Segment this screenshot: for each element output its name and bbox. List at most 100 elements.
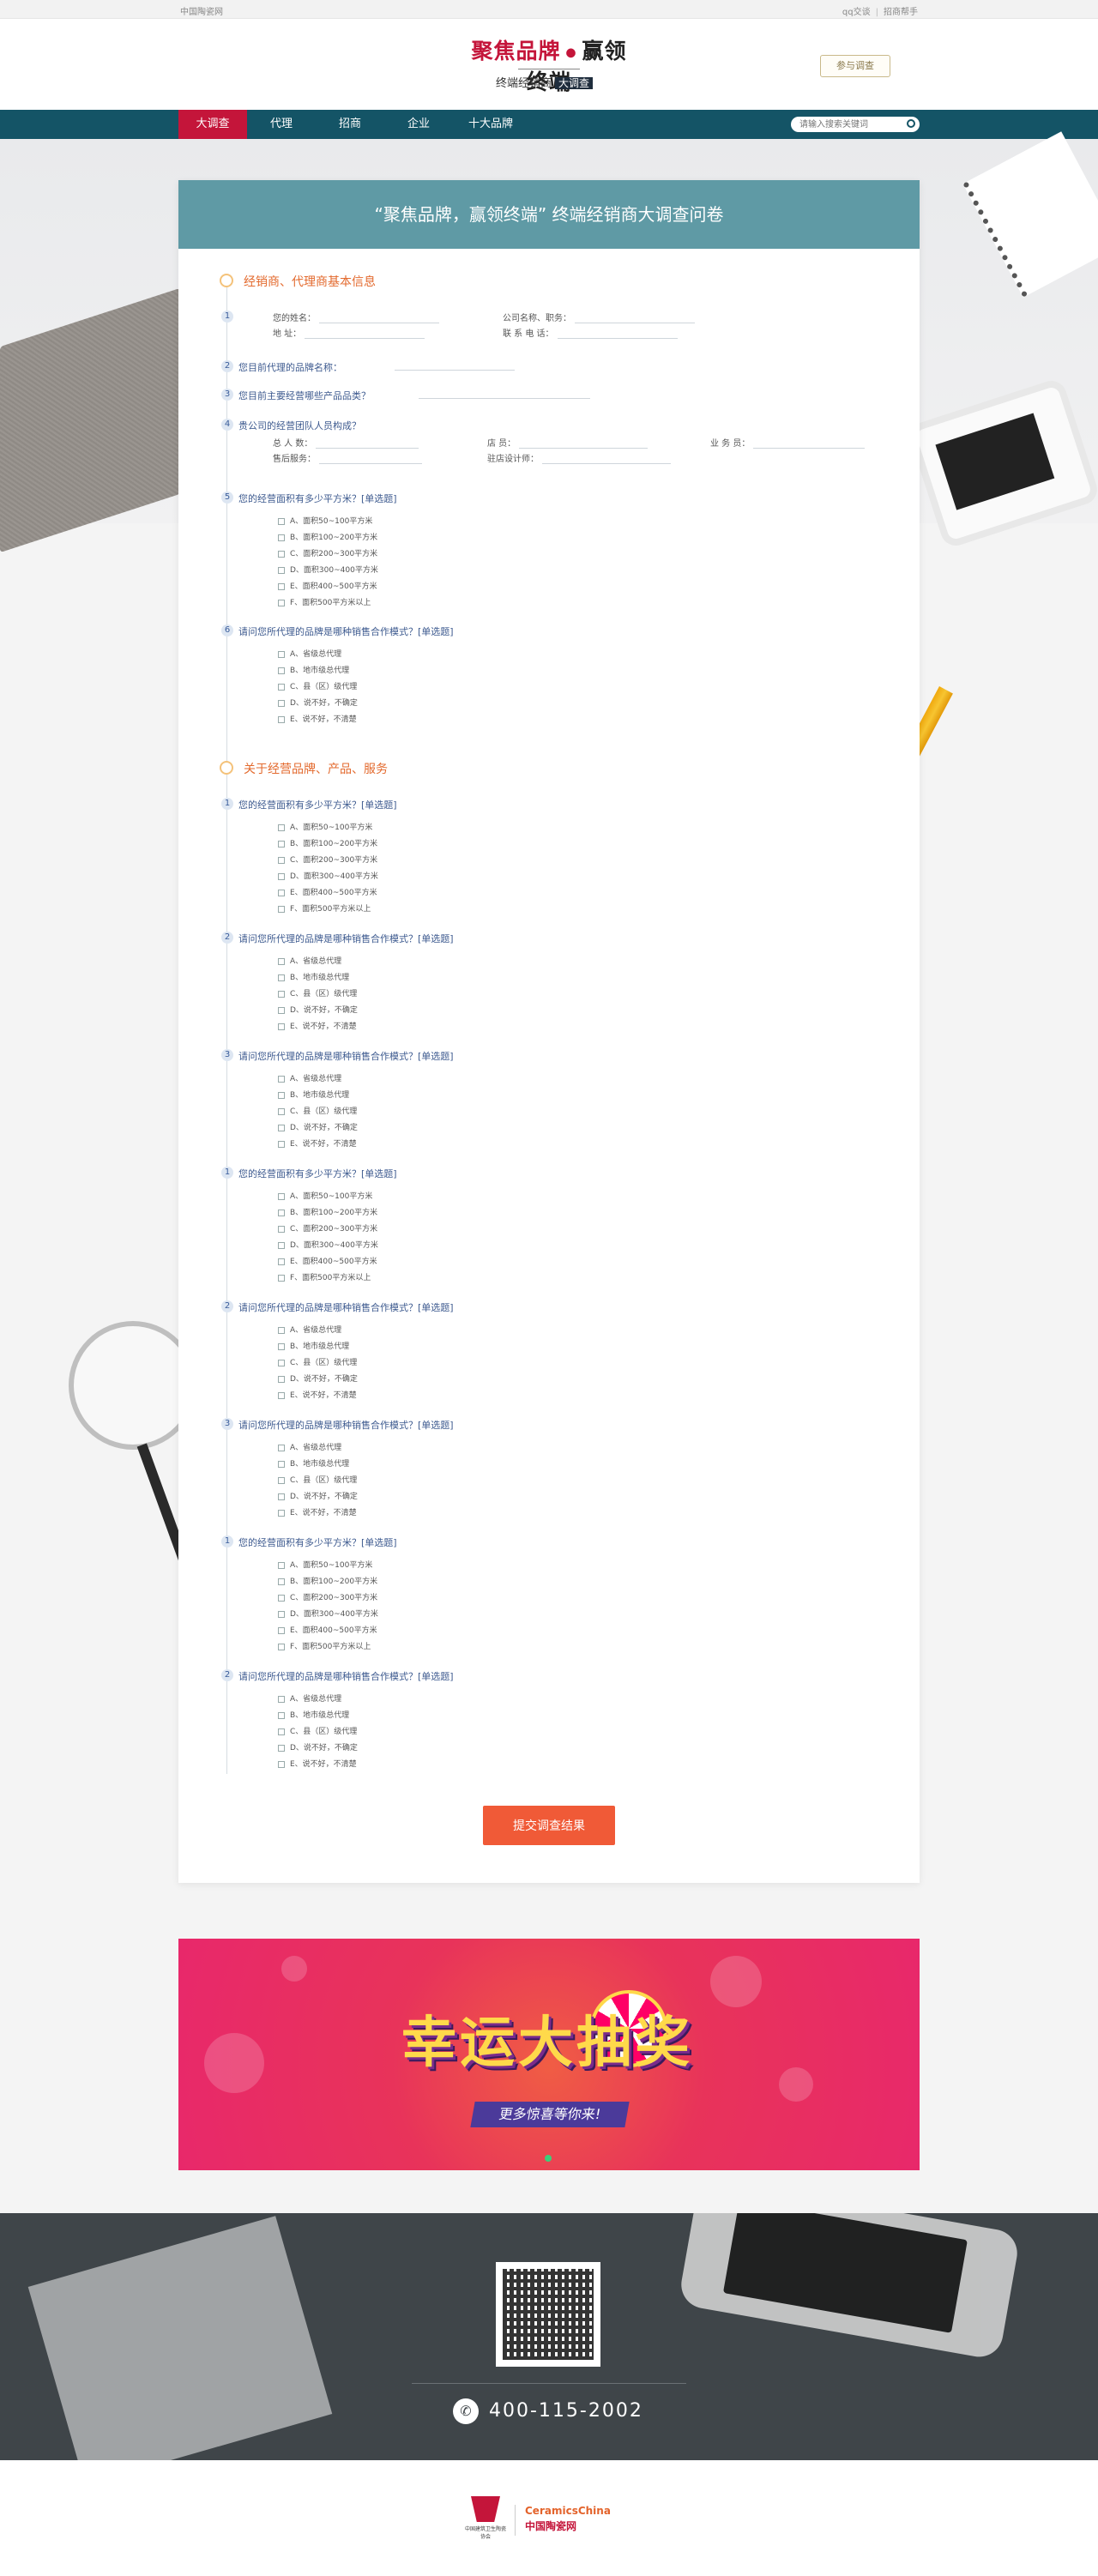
checkbox[interactable] <box>278 1626 285 1634</box>
checkbox[interactable] <box>278 683 285 691</box>
option[interactable]: F、面积500平方米以上 <box>278 1640 371 1651</box>
option[interactable]: E、说不好，不清楚 <box>278 1020 357 1031</box>
checkbox[interactable] <box>278 667 285 674</box>
checkbox[interactable] <box>278 1107 285 1115</box>
checkbox[interactable] <box>278 715 285 723</box>
option[interactable]: B、地市级总代理 <box>278 1709 349 1720</box>
option[interactable]: E、说不好，不清楚 <box>278 1137 357 1149</box>
option[interactable]: C、县（区）级代理 <box>278 1356 357 1367</box>
association-logo[interactable]: 中国建筑卫生陶瓷协会 <box>463 2496 508 2541</box>
checkbox[interactable] <box>278 1375 285 1383</box>
address-field[interactable]: 地 址： <box>273 326 425 339</box>
checkbox[interactable] <box>278 840 285 848</box>
option[interactable]: B、地市级总代理 <box>278 1457 349 1469</box>
checkbox[interactable] <box>278 1075 285 1083</box>
checkbox[interactable] <box>278 517 285 525</box>
company-field[interactable]: 公司名称、职务： <box>503 311 695 323</box>
checkbox[interactable] <box>278 1225 285 1233</box>
category-field[interactable] <box>415 389 590 399</box>
checkbox[interactable] <box>278 872 285 880</box>
option[interactable]: D、说不好，不确定 <box>278 1004 358 1015</box>
option[interactable]: A、省级总代理 <box>278 648 341 659</box>
option[interactable]: C、面积200~300平方米 <box>278 1222 377 1234</box>
checkbox[interactable] <box>278 974 285 981</box>
sales-field[interactable]: 业 务 员： <box>710 436 866 449</box>
search-input[interactable] <box>791 117 920 132</box>
checkbox[interactable] <box>278 1444 285 1451</box>
option[interactable]: B、面积100~200平方米 <box>278 531 377 542</box>
option[interactable]: A、面积50~100平方米 <box>278 1559 372 1570</box>
option[interactable]: D、说不好，不确定 <box>278 1372 358 1384</box>
option[interactable]: C、县（区）级代理 <box>278 1725 357 1736</box>
nav-item-survey[interactable]: 大调查 <box>178 110 247 139</box>
option[interactable]: D、说不好，不确定 <box>278 1121 358 1132</box>
checkbox[interactable] <box>278 1124 285 1131</box>
nav-item-top10[interactable]: 十大品牌 <box>439 110 542 139</box>
option[interactable]: C、县（区）级代理 <box>278 1105 357 1116</box>
join-survey-button[interactable]: 参与调查 <box>820 55 890 77</box>
option[interactable]: A、省级总代理 <box>278 1692 341 1704</box>
designer-field[interactable]: 驻店设计师： <box>487 451 671 464</box>
lottery-banner[interactable]: 幸运大抽奖 更多惊喜等你来! <box>178 1939 920 2170</box>
ceramicschina-logo[interactable]: CeramicsChina 中国陶瓷网 <box>525 2505 611 2533</box>
option[interactable]: E、说不好，不清楚 <box>278 713 357 724</box>
checkbox[interactable] <box>278 650 285 658</box>
after-sales-field[interactable]: 售后服务： <box>273 451 422 464</box>
checkbox[interactable] <box>278 1561 285 1569</box>
option[interactable]: A、省级总代理 <box>278 1441 341 1452</box>
option[interactable]: C、县（区）级代理 <box>278 1474 357 1485</box>
checkbox[interactable] <box>278 1509 285 1517</box>
option[interactable]: D、说不好，不确定 <box>278 1741 358 1753</box>
option[interactable]: A、省级总代理 <box>278 1324 341 1335</box>
checkbox[interactable] <box>278 1258 285 1265</box>
option[interactable]: C、面积200~300平方米 <box>278 854 377 865</box>
option[interactable]: E、说不好，不清楚 <box>278 1389 357 1400</box>
checkbox[interactable] <box>278 1209 285 1216</box>
checkbox[interactable] <box>278 1594 285 1602</box>
option[interactable]: D、说不好，不确定 <box>278 697 358 708</box>
nav-item-agency[interactable]: 代理 <box>247 110 316 139</box>
checkbox[interactable] <box>278 1476 285 1484</box>
option[interactable]: E、说不好，不清楚 <box>278 1506 357 1517</box>
nav-item-invest[interactable]: 招商 <box>316 110 384 139</box>
option[interactable]: E、面积400~500平方米 <box>278 1624 377 1635</box>
option[interactable]: F、面积500平方米以上 <box>278 902 371 914</box>
carousel-dot[interactable] <box>545 2155 552 2162</box>
checkbox[interactable] <box>278 856 285 864</box>
option[interactable]: D、面积300~400平方米 <box>278 564 378 575</box>
checkbox[interactable] <box>278 1760 285 1768</box>
option[interactable]: E、面积400~500平方米 <box>278 580 377 591</box>
submit-button[interactable]: 提交调查结果 <box>483 1806 615 1845</box>
checkbox[interactable] <box>278 905 285 913</box>
checkbox[interactable] <box>278 1578 285 1585</box>
option[interactable]: B、地市级总代理 <box>278 971 349 982</box>
brand-field[interactable] <box>391 360 515 371</box>
checkbox[interactable] <box>278 534 285 541</box>
option[interactable]: E、面积400~500平方米 <box>278 886 377 897</box>
staff-total-field[interactable]: 总 人 数： <box>273 436 419 449</box>
option[interactable]: D、面积300~400平方米 <box>278 1239 378 1250</box>
checkbox[interactable] <box>278 1006 285 1014</box>
option[interactable]: C、面积200~300平方米 <box>278 547 377 558</box>
qq-chat-link[interactable]: qq交谈 <box>842 8 871 17</box>
checkbox[interactable] <box>278 1091 285 1099</box>
checkbox[interactable] <box>278 1728 285 1735</box>
checkbox[interactable] <box>278 957 285 965</box>
checkbox[interactable] <box>278 1342 285 1350</box>
checkbox[interactable] <box>278 1359 285 1366</box>
option[interactable]: A、省级总代理 <box>278 955 341 966</box>
checkbox[interactable] <box>278 889 285 896</box>
checkbox[interactable] <box>278 1744 285 1752</box>
checkbox[interactable] <box>278 1274 285 1282</box>
option[interactable]: D、面积300~400平方米 <box>278 1608 378 1619</box>
option[interactable]: F、面积500平方米以上 <box>278 1271 371 1282</box>
checkbox[interactable] <box>278 1192 285 1200</box>
option[interactable]: D、面积300~400平方米 <box>278 870 378 881</box>
checkbox[interactable] <box>278 1643 285 1650</box>
checkbox[interactable] <box>278 1023 285 1030</box>
option[interactable]: B、地市级总代理 <box>278 664 349 675</box>
option[interactable]: E、说不好，不清楚 <box>278 1758 357 1769</box>
option[interactable]: E、面积400~500平方米 <box>278 1255 377 1266</box>
option[interactable]: B、地市级总代理 <box>278 1089 349 1100</box>
option[interactable]: F、面积500平方米以上 <box>278 596 371 607</box>
